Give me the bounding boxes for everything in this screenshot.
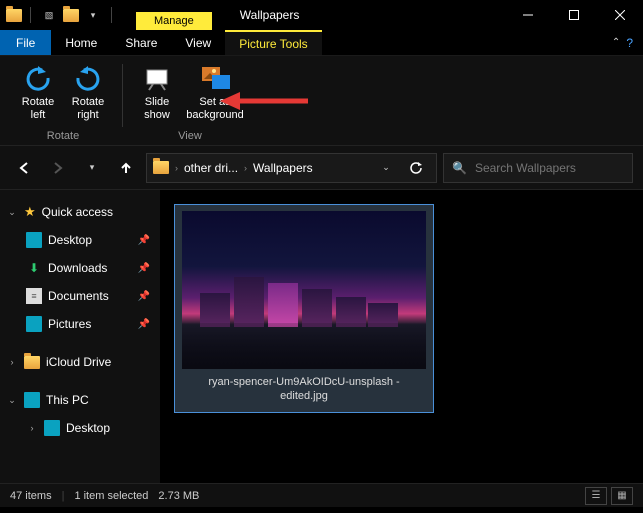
tab-view[interactable]: View xyxy=(171,30,225,55)
qat-properties-icon[interactable]: ▧ xyxy=(39,5,59,25)
breadcrumb-segment[interactable]: Wallpapers xyxy=(253,161,313,175)
maximize-button[interactable] xyxy=(551,0,597,30)
chevron-down-icon[interactable]: ⌄ xyxy=(6,207,18,218)
pin-icon: 📌 xyxy=(138,263,150,274)
sidebar-label: Desktop xyxy=(48,233,92,247)
ribbon-group-rotate: Rotate left Rotate right Rotate xyxy=(8,60,118,145)
thumbnail-image xyxy=(182,211,426,369)
tab-home[interactable]: Home xyxy=(51,30,111,55)
documents-icon: ≡ xyxy=(26,288,42,304)
details-view-button[interactable]: ☰ xyxy=(585,487,607,505)
ribbon-separator xyxy=(122,64,123,127)
slide-show-label: Slide show xyxy=(144,96,170,122)
sidebar-item-desktop[interactable]: Desktop 📌 xyxy=(0,226,160,254)
separator xyxy=(111,7,112,23)
menubar: File Home Share View Picture Tools ⌃ ? xyxy=(0,30,643,56)
sidebar-label: Quick access xyxy=(42,205,113,219)
pin-icon: 📌 xyxy=(138,319,150,330)
status-size: 2.73 MB xyxy=(158,490,199,502)
search-icon: 🔍 xyxy=(452,161,467,175)
sidebar: ⌄ ★ Quick access Desktop 📌 ⬇ Downloads 📌… xyxy=(0,190,160,483)
rotate-right-button[interactable]: Rotate right xyxy=(64,60,112,124)
content-pane[interactable]: ryan-spencer-Um9AkOIDcU-unsplash - edite… xyxy=(160,190,643,483)
address-bar[interactable]: › other dri... › Wallpapers ⌄ xyxy=(146,153,437,183)
folder-icon xyxy=(24,354,40,370)
chevron-right-icon[interactable]: › xyxy=(244,163,247,173)
navbar: ▾ › other dri... › Wallpapers ⌄ 🔍 xyxy=(0,146,643,190)
slide-show-button[interactable]: Slide show xyxy=(133,60,181,124)
pin-icon: 📌 xyxy=(138,235,150,246)
pictures-icon xyxy=(26,316,42,332)
ribbon-collapse-icon[interactable]: ⌃ xyxy=(612,37,620,48)
chevron-right-icon[interactable]: › xyxy=(175,163,178,173)
sidebar-label: Pictures xyxy=(48,317,91,331)
minimize-button[interactable] xyxy=(505,0,551,30)
sidebar-icloud-drive[interactable]: › iCloud Drive xyxy=(0,348,160,376)
refresh-button[interactable] xyxy=(402,154,430,182)
forward-button[interactable] xyxy=(44,154,72,182)
address-dropdown-button[interactable]: ⌄ xyxy=(372,154,400,182)
app-icon xyxy=(6,7,22,23)
sidebar-pc-desktop[interactable]: › Desktop xyxy=(0,414,160,442)
file-menu[interactable]: File xyxy=(0,30,51,55)
desktop-icon xyxy=(26,232,42,248)
search-input[interactable] xyxy=(475,161,630,175)
downloads-icon: ⬇ xyxy=(26,260,42,276)
thumbnails-view-button[interactable]: ▦ xyxy=(611,487,633,505)
slide-show-icon xyxy=(141,62,173,94)
desktop-icon xyxy=(44,420,60,436)
sidebar-item-documents[interactable]: ≡ Documents 📌 xyxy=(0,282,160,310)
status-selection: 1 item selected xyxy=(74,490,148,502)
context-tab-strip: Manage xyxy=(136,0,212,30)
qat-open-icon[interactable] xyxy=(63,7,79,23)
chevron-right-icon[interactable]: › xyxy=(6,357,18,367)
rotate-left-label: Rotate left xyxy=(22,96,54,122)
tab-share[interactable]: Share xyxy=(111,30,171,55)
folder-icon xyxy=(153,160,169,176)
star-icon: ★ xyxy=(24,204,36,220)
sidebar-label: Documents xyxy=(48,289,109,303)
chevron-right-icon[interactable]: › xyxy=(26,423,38,433)
separator xyxy=(30,7,31,23)
sidebar-item-downloads[interactable]: ⬇ Downloads 📌 xyxy=(0,254,160,282)
search-box[interactable]: 🔍 xyxy=(443,153,633,183)
pin-icon: 📌 xyxy=(138,291,150,302)
rotate-left-button[interactable]: Rotate left xyxy=(14,60,62,124)
rotate-right-icon xyxy=(72,62,104,94)
context-tab-manage[interactable]: Manage xyxy=(136,12,212,30)
body: ⌄ ★ Quick access Desktop 📌 ⬇ Downloads 📌… xyxy=(0,190,643,483)
rotate-right-label: Rotate right xyxy=(72,96,104,122)
tab-picture-tools[interactable]: Picture Tools xyxy=(225,30,321,55)
sidebar-label: Desktop xyxy=(66,421,110,435)
statusbar: 47 items | 1 item selected 2.73 MB ☰ ▦ xyxy=(0,483,643,507)
sidebar-label: iCloud Drive xyxy=(46,355,111,369)
group-label-view: View xyxy=(178,130,202,145)
chevron-down-icon[interactable]: ⌄ xyxy=(6,395,18,406)
help-icon[interactable]: ? xyxy=(626,36,633,50)
file-thumbnail[interactable]: ryan-spencer-Um9AkOIDcU-unsplash - edite… xyxy=(174,204,434,413)
breadcrumb-segment[interactable]: other dri... xyxy=(184,161,238,175)
up-button[interactable] xyxy=(112,154,140,182)
qat-dropdown-icon[interactable]: ▾ xyxy=(83,5,103,25)
close-button[interactable] xyxy=(597,0,643,30)
quick-access-toolbar: ▧ ▾ xyxy=(0,5,116,25)
file-name-label: ryan-spencer-Um9AkOIDcU-unsplash - edite… xyxy=(181,369,427,406)
annotation-arrow xyxy=(220,86,310,116)
sidebar-this-pc[interactable]: ⌄ This PC xyxy=(0,386,160,414)
status-item-count: 47 items xyxy=(10,490,52,502)
separator: | xyxy=(62,490,65,502)
group-label-rotate: Rotate xyxy=(47,130,79,145)
sidebar-label: Downloads xyxy=(48,261,107,275)
recent-locations-button[interactable]: ▾ xyxy=(78,154,106,182)
sidebar-quick-access[interactable]: ⌄ ★ Quick access xyxy=(0,198,160,226)
back-button[interactable] xyxy=(10,154,38,182)
titlebar: ▧ ▾ Manage Wallpapers xyxy=(0,0,643,30)
sidebar-label: This PC xyxy=(46,393,89,407)
window-title: Wallpapers xyxy=(240,8,300,22)
sidebar-item-pictures[interactable]: Pictures 📌 xyxy=(0,310,160,338)
this-pc-icon xyxy=(24,392,40,408)
ribbon: Rotate left Rotate right Rotate Slide sh… xyxy=(0,56,643,146)
rotate-left-icon xyxy=(22,62,54,94)
window-controls xyxy=(505,0,643,30)
